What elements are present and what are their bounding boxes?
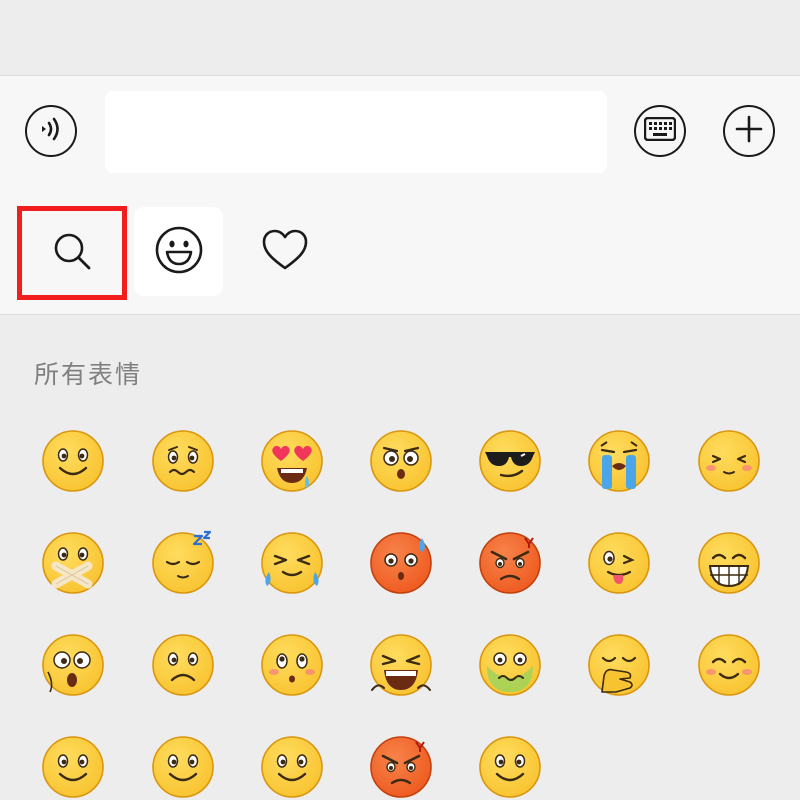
chat-input-bar xyxy=(0,76,800,186)
voice-button[interactable] xyxy=(25,105,77,157)
cool-sunglasses-emoji[interactable] xyxy=(477,428,543,494)
heart-eyes-emoji[interactable] xyxy=(259,428,325,494)
heart-icon xyxy=(261,228,309,276)
sleepy-emoji[interactable] xyxy=(150,530,216,596)
keyboard-button[interactable] xyxy=(634,105,686,157)
plus-icon xyxy=(734,114,764,148)
angry-emoji[interactable] xyxy=(477,530,543,596)
smiley-face-icon xyxy=(154,225,204,279)
tears-of-joy-emoji[interactable] xyxy=(259,530,325,596)
smile-emoji[interactable] xyxy=(40,428,106,494)
emoji-grid xyxy=(0,315,800,798)
shut-mouth-emoji[interactable] xyxy=(40,530,106,596)
hand-on-mouth-emoji[interactable] xyxy=(586,632,652,698)
emoji-panel: 所有表情 xyxy=(0,315,800,798)
embarrassed-sweat-emoji[interactable] xyxy=(368,530,434,596)
wink-tongue-emoji[interactable] xyxy=(586,530,652,596)
tab-emoji[interactable] xyxy=(134,207,223,296)
top-blank-area xyxy=(0,0,800,76)
emoji-tab-bar xyxy=(0,186,800,315)
search-icon xyxy=(50,229,94,277)
worried-blush-emoji[interactable] xyxy=(259,632,325,698)
shocked-emoji[interactable] xyxy=(368,428,434,494)
grimace-emoji[interactable] xyxy=(150,428,216,494)
surprised-emoji[interactable] xyxy=(40,632,106,698)
crying-emoji[interactable] xyxy=(586,428,652,494)
laughing-emoji[interactable] xyxy=(368,632,434,698)
big-grin-emoji[interactable] xyxy=(696,530,762,596)
voice-waves-icon xyxy=(36,114,66,148)
tab-search[interactable] xyxy=(17,206,127,300)
shy-emoji[interactable] xyxy=(696,428,762,494)
keyboard-icon xyxy=(643,116,677,145)
message-input[interactable] xyxy=(105,91,607,173)
sick-emoji[interactable] xyxy=(477,632,543,698)
sad-emoji[interactable] xyxy=(150,632,216,698)
tab-favorites[interactable] xyxy=(240,207,329,296)
more-button[interactable] xyxy=(723,105,775,157)
happy-blush-emoji[interactable] xyxy=(696,632,762,698)
